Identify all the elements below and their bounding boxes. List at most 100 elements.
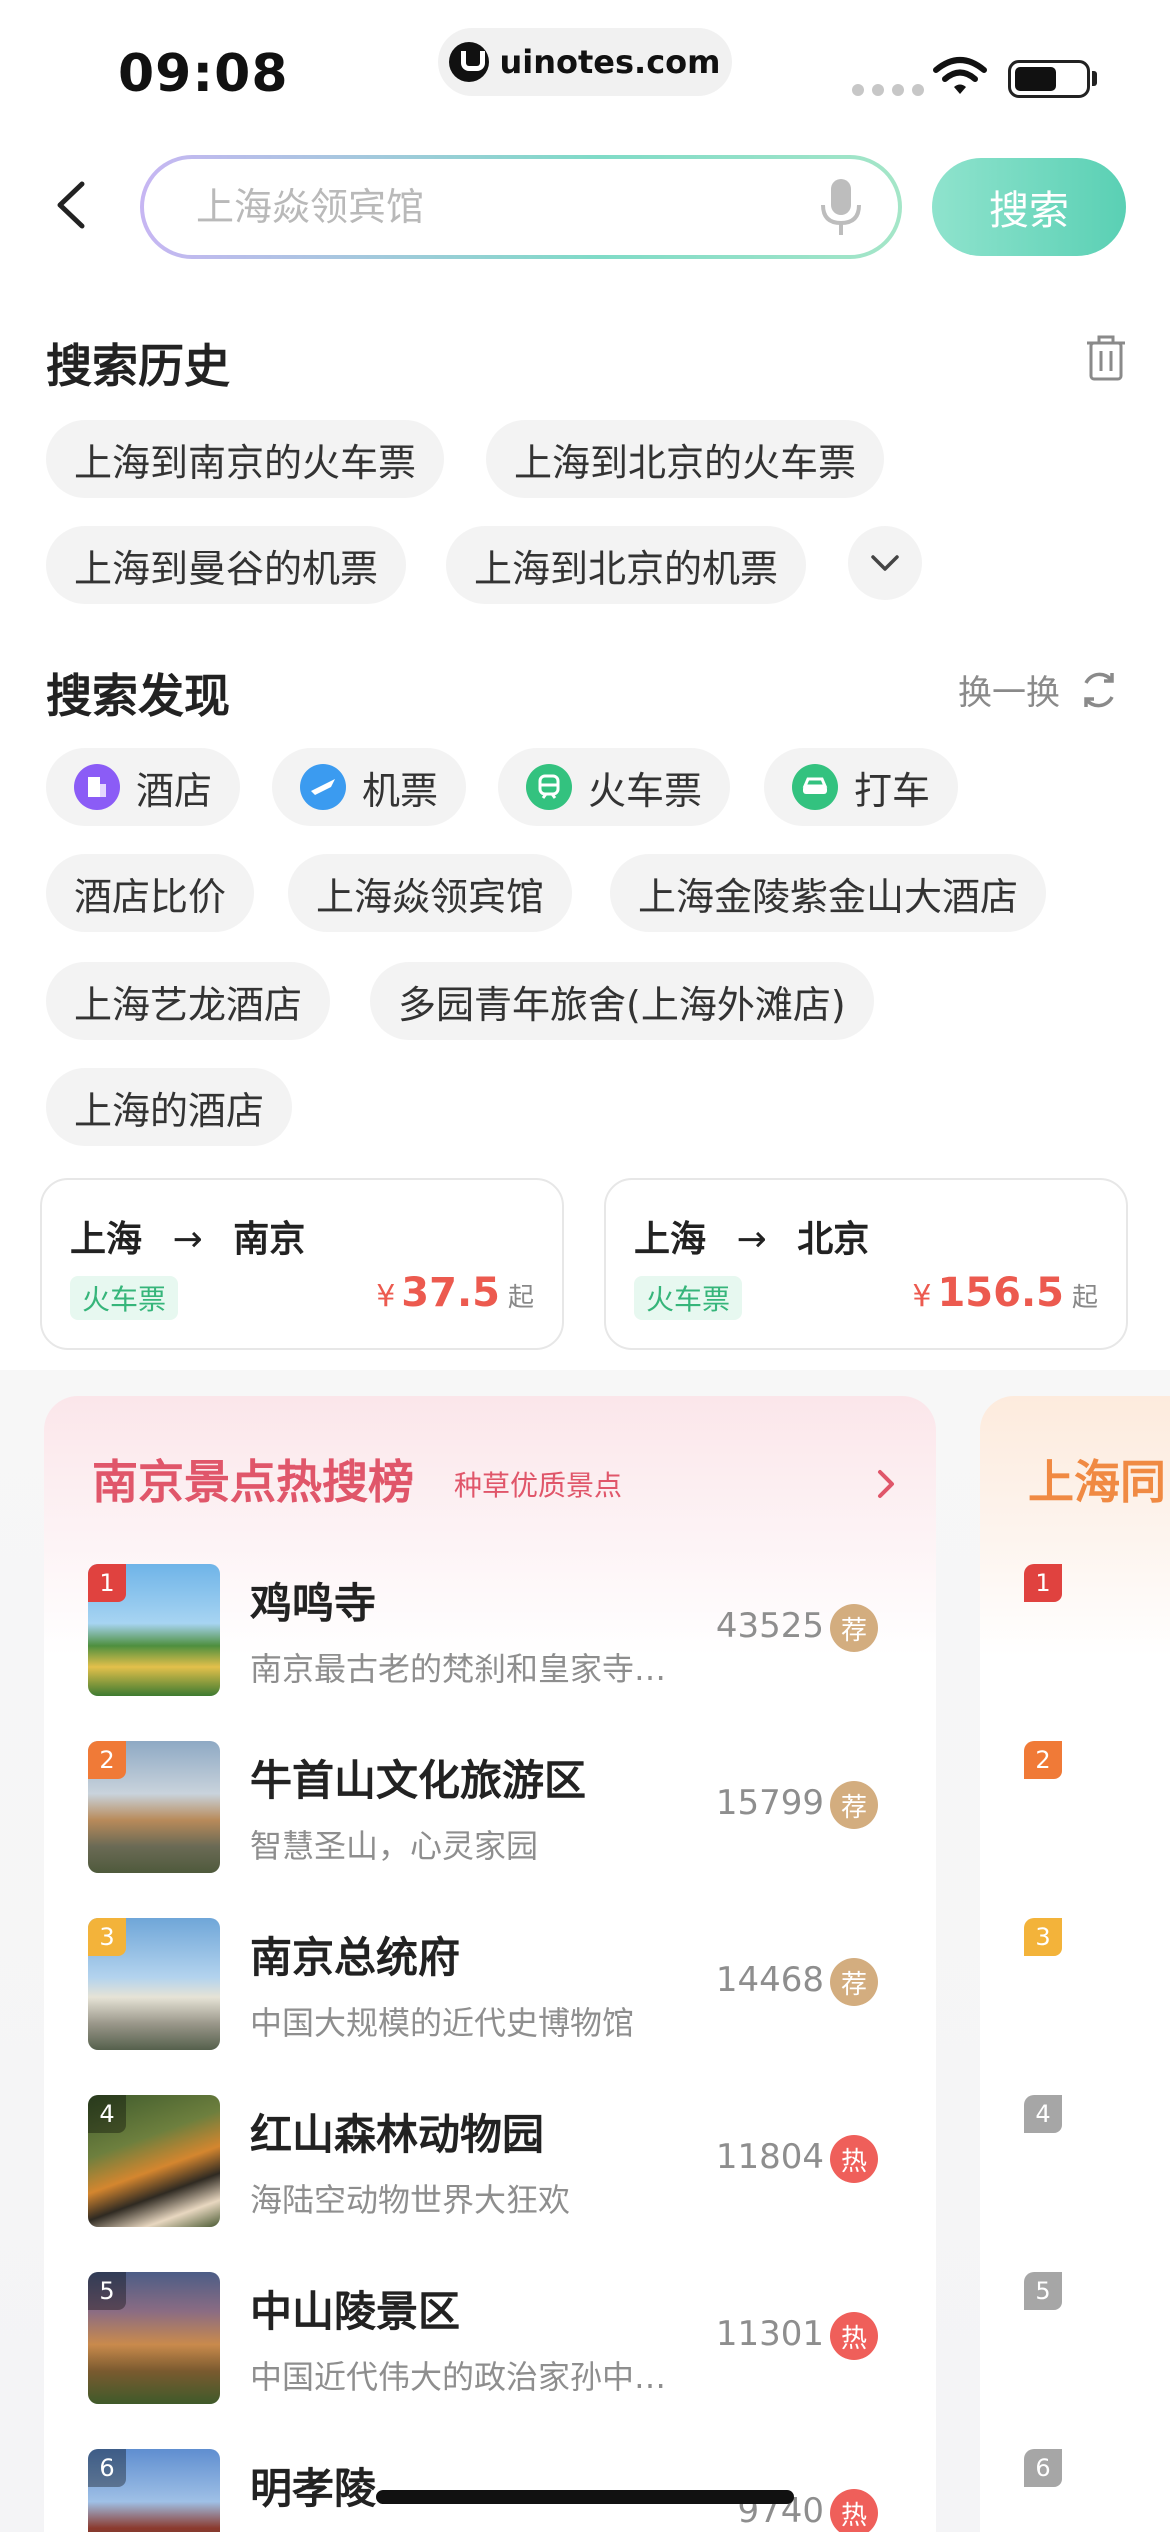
discover-chip[interactable]: 上海焱领宾馆 bbox=[288, 854, 573, 932]
route-tag: 火车票 bbox=[634, 1276, 743, 1320]
attraction-desc: 智慧圣山，心灵家园 bbox=[250, 1827, 539, 1865]
battery-tip bbox=[1092, 71, 1097, 86]
discover-title: 搜索发现 bbox=[46, 669, 230, 723]
recommend-tag: 荐 bbox=[830, 1958, 878, 2006]
price-suffix: 起 bbox=[1071, 1283, 1098, 1313]
attraction-thumbnail: 5 bbox=[88, 2272, 220, 2404]
hot-tag: 热 bbox=[830, 2312, 878, 2360]
rank-badge: 5 bbox=[88, 2272, 126, 2310]
route-title: 上海 → 南京 bbox=[70, 1210, 305, 1262]
shanghai-ranking-card[interactable]: 上海同 1 2 3 4 5 6 bbox=[980, 1396, 1170, 2532]
rank-badge: 6 bbox=[88, 2449, 126, 2487]
discover-chip[interactable]: 上海的酒店 bbox=[46, 1068, 293, 1146]
attraction-desc: 中国大规模的近代史博物馆 bbox=[250, 2004, 635, 2042]
category-chip-taxi[interactable]: 打车 bbox=[764, 748, 959, 826]
discover-chip[interactable]: 多园青年旅舍(上海外滩店) bbox=[370, 962, 874, 1040]
train-icon bbox=[526, 764, 572, 810]
url-pill[interactable]: uinotes.com bbox=[438, 28, 732, 96]
category-chip-hotel[interactable]: 酒店 bbox=[46, 748, 241, 826]
rank-badge: 2 bbox=[88, 1741, 126, 1779]
refresh-icon bbox=[1084, 672, 1114, 707]
side-thumbnail: 1 bbox=[1024, 1564, 1156, 1696]
currency-symbol: ¥ bbox=[912, 1279, 932, 1314]
rank-badge: 4 bbox=[1024, 2095, 1062, 2133]
route-card[interactable]: 上海 → 南京 火车票 ¥37.5 起 bbox=[40, 1178, 564, 1350]
route-tag: 火车票 bbox=[70, 1276, 179, 1320]
ranking-title: 南京景点热搜榜 bbox=[92, 1455, 414, 1509]
route-price: ¥37.5 起 bbox=[376, 1270, 534, 1316]
route-from: 上海 bbox=[634, 1219, 707, 1260]
site-logo-icon bbox=[449, 42, 490, 82]
discover-chip[interactable]: 上海金陵紫金山大酒店 bbox=[610, 854, 1047, 932]
attraction-desc: 海陆空动物世界大狂欢 bbox=[250, 2181, 571, 2219]
attraction-score: 15799 bbox=[715, 1783, 824, 1823]
rank-badge: 2 bbox=[1024, 1741, 1062, 1779]
history-chip[interactable]: 上海到南京的火车票 bbox=[46, 420, 445, 498]
chevron-right-icon[interactable] bbox=[872, 1466, 900, 1502]
rank-badge: 3 bbox=[1024, 1918, 1062, 1956]
nanjing-ranking-card[interactable]: 南京景点热搜榜 种草优质景点 1 鸡鸣寺 南京最古老的梵刹和皇家寺… 43525… bbox=[44, 1396, 936, 2532]
attraction-score: 14468 bbox=[715, 1960, 824, 2000]
discover-chip[interactable]: 酒店比价 bbox=[46, 854, 255, 932]
rank-badge: 1 bbox=[88, 1564, 126, 1602]
search-input[interactable] bbox=[196, 185, 818, 229]
rank-badge: 4 bbox=[88, 2095, 126, 2133]
attraction-thumbnail: 3 bbox=[88, 1918, 220, 2050]
attraction-name: 南京总统府 bbox=[250, 1933, 461, 1982]
ranking-item[interactable]: 2 牛首山文化旅游区 智慧圣山，心灵家园 15799 荐 bbox=[88, 1741, 908, 1873]
expand-history-button[interactable] bbox=[848, 526, 922, 600]
trash-icon[interactable] bbox=[1085, 335, 1127, 381]
route-price: ¥156.5 起 bbox=[912, 1270, 1098, 1316]
route-from: 上海 bbox=[70, 1219, 143, 1260]
ranking-item[interactable]: 1 鸡鸣寺 南京最古老的梵刹和皇家寺… 43525 荐 bbox=[88, 1564, 908, 1696]
history-chip[interactable]: 上海到北京的火车票 bbox=[486, 420, 885, 498]
recommend-tag: 荐 bbox=[830, 1781, 878, 1829]
rank-badge: 3 bbox=[88, 1918, 126, 1956]
refresh-button[interactable]: 换一换 bbox=[958, 665, 1120, 714]
price-value: 156.5 bbox=[937, 1270, 1064, 1316]
attraction-thumbnail: 4 bbox=[88, 2095, 220, 2227]
attraction-thumbnail: 6 bbox=[88, 2449, 220, 2532]
discover-chip[interactable]: 上海艺龙酒店 bbox=[46, 962, 331, 1040]
search-button[interactable]: 搜索 bbox=[932, 158, 1126, 256]
side-thumbnail: 4 bbox=[1024, 2095, 1156, 2227]
route-arrow: → bbox=[736, 1219, 767, 1260]
route-card[interactable]: 上海 → 北京 火车票 ¥156.5 起 bbox=[604, 1178, 1128, 1350]
side-thumbnail: 3 bbox=[1024, 1918, 1156, 2050]
category-label: 酒店 bbox=[136, 768, 213, 813]
category-chip-train[interactable]: 火车票 bbox=[498, 748, 731, 826]
attraction-name: 中山陵景区 bbox=[250, 2287, 461, 2336]
category-label: 火车票 bbox=[588, 768, 703, 813]
status-time: 09:08 bbox=[118, 44, 289, 104]
attraction-desc: 南京最古老的梵刹和皇家寺… bbox=[250, 1650, 667, 1688]
attraction-name: 鸡鸣寺 bbox=[250, 1579, 377, 1628]
category-chip-flight[interactable]: 机票 bbox=[272, 748, 467, 826]
search-inner bbox=[144, 159, 898, 255]
currency-symbol: ¥ bbox=[376, 1279, 396, 1314]
battery-icon bbox=[1008, 60, 1090, 98]
signal-icon bbox=[852, 84, 924, 96]
ranking-item[interactable]: 5 中山陵景区 中国近代伟大的政治家孙中… 11301 热 bbox=[88, 2272, 908, 2404]
attraction-score: 11301 bbox=[715, 2314, 824, 2354]
ranking-subtitle: 种草优质景点 bbox=[454, 1469, 623, 1502]
category-label: 打车 bbox=[854, 768, 931, 813]
rank-badge: 6 bbox=[1024, 2449, 1062, 2487]
microphone-icon[interactable] bbox=[818, 177, 864, 237]
side-ranking-title: 上海同 bbox=[1028, 1455, 1166, 1509]
attraction-name: 红山森林动物园 bbox=[250, 2110, 545, 2159]
ranking-item[interactable]: 4 红山森林动物园 海陆空动物世界大狂欢 11804 热 bbox=[88, 2095, 908, 2227]
plane-icon bbox=[300, 764, 346, 810]
back-arrow-icon[interactable] bbox=[48, 180, 94, 230]
attraction-name: 牛首山文化旅游区 bbox=[250, 1756, 587, 1805]
ranking-item[interactable]: 3 南京总统府 中国大规模的近代史博物馆 14468 荐 bbox=[88, 1918, 908, 2050]
history-chip[interactable]: 上海到曼谷的机票 bbox=[46, 526, 407, 604]
side-thumbnail: 5 bbox=[1024, 2272, 1156, 2404]
price-value: 37.5 bbox=[401, 1270, 500, 1316]
history-chip[interactable]: 上海到北京的机票 bbox=[446, 526, 807, 604]
attraction-score: 11804 bbox=[715, 2137, 824, 2177]
side-thumbnail: 6 bbox=[1024, 2449, 1156, 2532]
side-thumbnail: 2 bbox=[1024, 1741, 1156, 1873]
route-title: 上海 → 北京 bbox=[634, 1210, 869, 1262]
price-suffix: 起 bbox=[507, 1283, 534, 1313]
route-arrow: → bbox=[172, 1219, 203, 1260]
